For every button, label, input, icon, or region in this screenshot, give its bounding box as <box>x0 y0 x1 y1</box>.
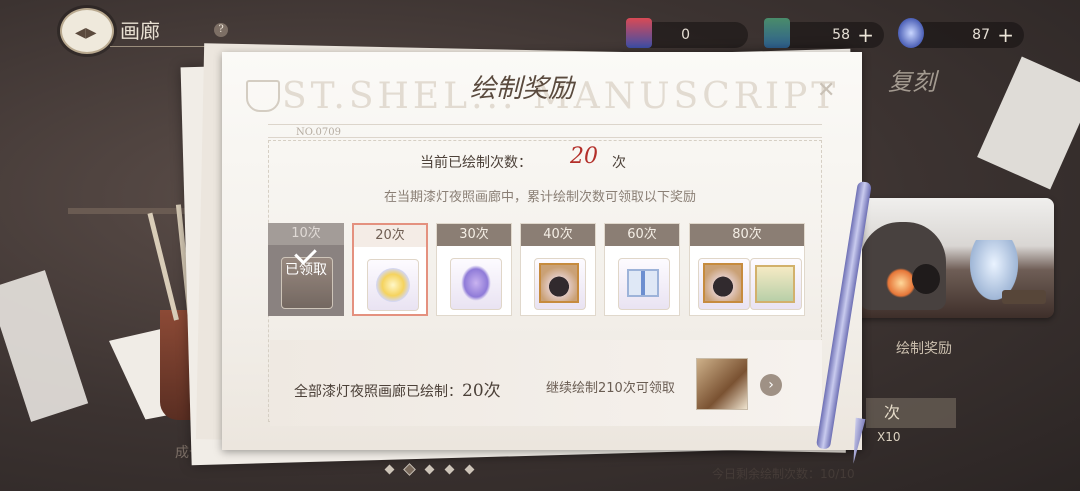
tier-label: 60次 <box>605 224 679 246</box>
reward-slot[interactable] <box>534 258 586 310</box>
crow-character <box>912 264 940 294</box>
paintbrush <box>147 212 179 321</box>
reward-slot[interactable] <box>618 258 670 310</box>
currency-paint-ticket-green: 58 + <box>764 18 884 48</box>
help-icon[interactable]: ? <box>214 23 228 37</box>
back-arrow-icon: ◀▶ <box>75 25 97 41</box>
replay-label: 复刻 <box>888 68 936 96</box>
paint-ticket-green-icon <box>764 18 790 48</box>
reward-slot[interactable] <box>450 258 502 310</box>
crest-icon <box>246 80 280 112</box>
close-icon[interactable]: ✕ <box>817 80 835 102</box>
page-dot[interactable] <box>444 464 455 475</box>
divider <box>268 124 822 125</box>
reward-tier-60[interactable]: 60次 <box>604 223 680 316</box>
today-remaining: 今日剩余绘制次数：10/10 <box>712 467 855 481</box>
reward-slot[interactable] <box>698 258 750 310</box>
total-progress-strip: 全部漆灯夜照画廊已绘制：20次 继续绘制210次可领取 › <box>270 340 822 426</box>
back-button[interactable]: ◀▶ <box>60 8 114 54</box>
scene-preview[interactable] <box>852 198 1054 318</box>
tier-label: 40次 <box>521 224 595 246</box>
draw-button[interactable]: 次 <box>866 398 956 428</box>
campfire <box>886 268 916 298</box>
next-reward-hint: 继续绘制210次可领取 <box>546 381 675 396</box>
wish-flower-icon <box>461 265 491 301</box>
currency-value: 58 <box>832 27 850 43</box>
currency-value: 0 <box>681 27 690 43</box>
reward-tier-20[interactable]: 20次 <box>352 223 428 316</box>
currency-diamond: 87 + <box>898 18 1024 48</box>
claimed-stamp: 已领取 <box>285 262 327 278</box>
modal-title: 绘制奖励 <box>470 74 575 104</box>
portrait-frame-icon <box>703 263 743 303</box>
total-draw-text: 全部漆灯夜照画廊已绘制： <box>294 384 462 400</box>
reward-tier-30[interactable]: 30次 <box>436 223 512 316</box>
page-title: 画廊 ? <box>120 16 230 46</box>
wooden-box <box>1002 290 1046 304</box>
serial-number: NO.0709 <box>296 127 341 138</box>
reward-description: 在当期漆灯夜照画廊中，累计绘制次数可领取以下奖励 <box>383 190 696 205</box>
add-currency-button[interactable]: + <box>857 22 874 48</box>
portrait-frame-icon <box>539 263 579 303</box>
next-reward-thumbnail[interactable] <box>696 358 748 410</box>
total-draw-value: 20次 <box>462 381 501 401</box>
page-dot[interactable] <box>384 464 395 475</box>
draw-multiplier: X10 <box>877 430 901 444</box>
draw-count-value: 20 <box>570 144 598 169</box>
reward-tier-10[interactable]: 10次 已领取 <box>268 223 344 316</box>
tier-label: 10次 <box>268 223 344 245</box>
reward-tier-40[interactable]: 40次 <box>520 223 596 316</box>
page-dot-active[interactable] <box>403 463 416 476</box>
page-dot[interactable] <box>464 464 475 475</box>
diamond-icon <box>898 18 924 48</box>
draw-reward-label: 绘制奖励 <box>896 341 952 357</box>
reward-tier-80[interactable]: 80次 <box>689 223 805 316</box>
total-draw-label: 全部漆灯夜照画廊已绘制：20次 <box>294 376 501 401</box>
floating-paper <box>977 56 1080 190</box>
add-currency-button[interactable]: + <box>997 22 1014 48</box>
scene-card-icon <box>755 265 795 303</box>
currency-value: 87 <box>972 27 990 43</box>
draw-count: 当前已绘制次数： 20 次 <box>420 144 660 176</box>
page-dot[interactable] <box>424 464 435 475</box>
paint-ticket-icon <box>626 18 652 48</box>
gift-box-icon <box>627 269 659 297</box>
pagination <box>384 463 484 478</box>
arrow-right-icon[interactable]: › <box>760 374 782 396</box>
reward-slot[interactable] <box>367 259 419 311</box>
tier-label: 20次 <box>354 225 426 247</box>
floating-paper <box>0 270 89 422</box>
currency-paint-ticket: 0 <box>626 18 748 48</box>
tier-label: 30次 <box>437 224 511 246</box>
draw-count-label: 当前已绘制次数： <box>420 155 532 171</box>
reward-slot[interactable] <box>750 258 802 310</box>
tier-label: 80次 <box>690 224 804 246</box>
page-title-text: 画廊 <box>120 19 160 43</box>
sun-badge-icon <box>376 268 410 302</box>
divider <box>268 137 822 138</box>
draw-count-unit: 次 <box>612 155 626 171</box>
